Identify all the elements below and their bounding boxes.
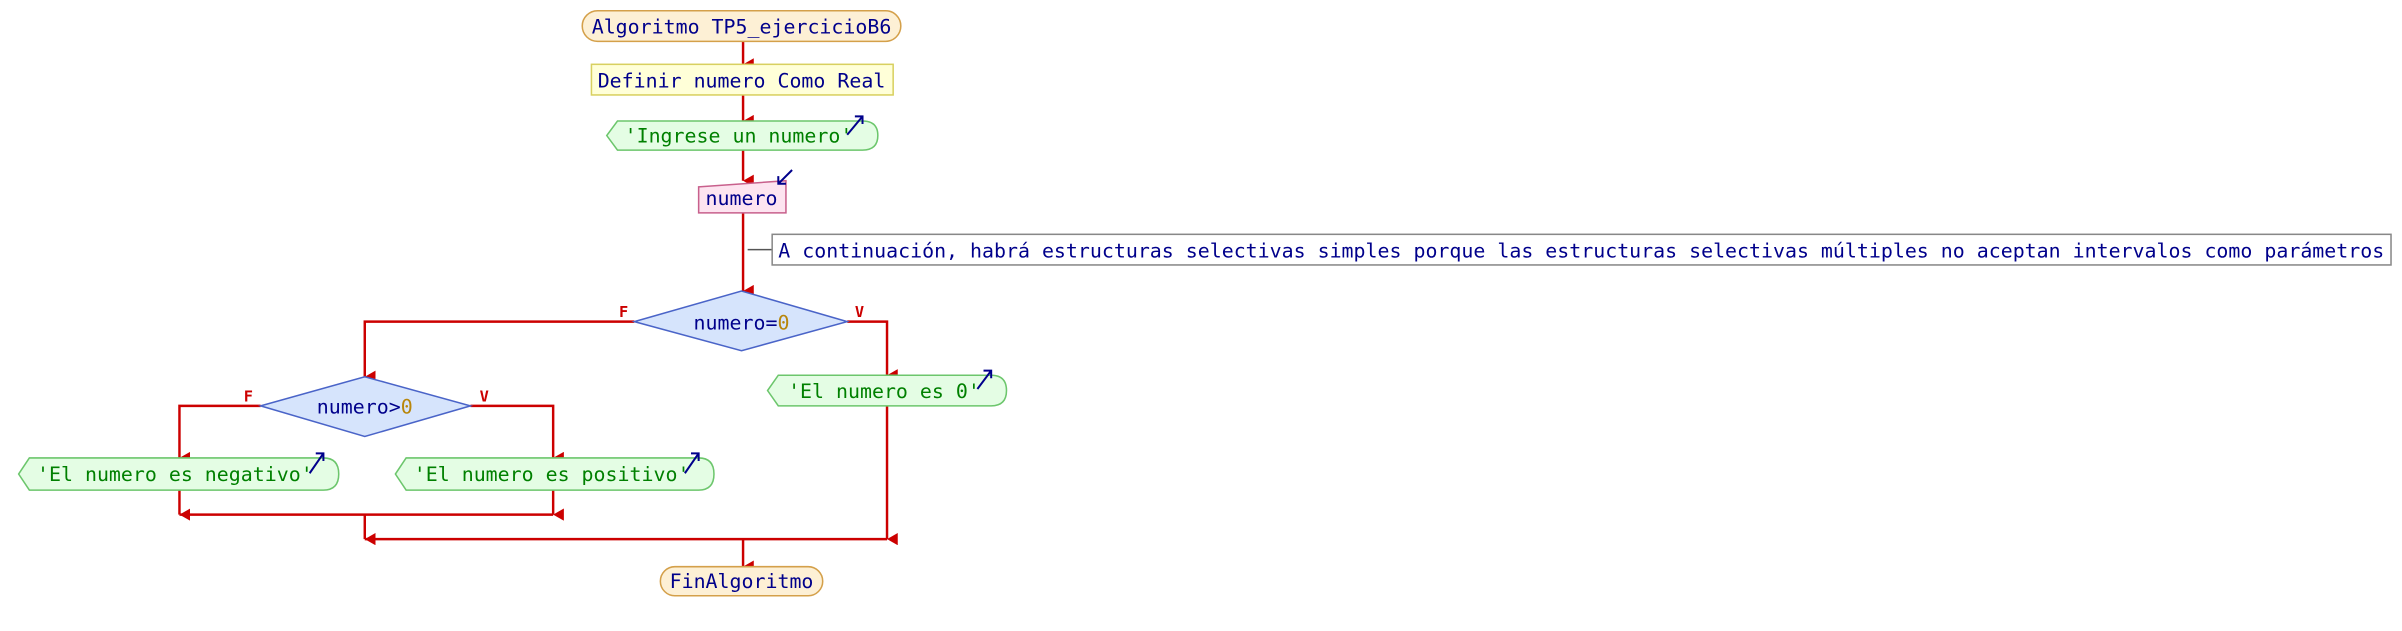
output-prompt-label: 'Ingrese un numero' [625, 124, 853, 147]
decision1-label: numero=0 [694, 311, 790, 334]
input-label: numero [706, 187, 778, 210]
decision1-false-label: F [619, 303, 628, 321]
output-prompt[interactable]: 'Ingrese un numero' [605, 115, 879, 151]
define-label: Definir numero Como Real [598, 69, 886, 92]
output-negative[interactable]: 'El numero es negativo' [17, 452, 340, 491]
decision2-true-label: V [480, 387, 489, 405]
decision-numero-gt-0[interactable]: numero>0 F V [244, 375, 489, 438]
output-zero[interactable]: 'El numero es 0' [766, 369, 1008, 407]
end-terminal[interactable]: FinAlgoritmo [659, 565, 824, 597]
comment-text: A continuación, habrá estructuras select… [778, 239, 2384, 262]
define-process[interactable]: Definir numero Como Real [590, 63, 894, 96]
output-negative-label: 'El numero es negativo' [37, 463, 313, 486]
decision2-label: numero>0 [317, 396, 413, 419]
input-numero[interactable]: numero [697, 169, 793, 214]
flowchart: Algoritmo TP5_ejercicioB6 Definir numero… [17, 9, 2392, 597]
output-positive[interactable]: 'El numero es positivo' [394, 452, 715, 491]
output-zero-label: 'El numero es 0' [788, 380, 980, 403]
output-positive-label: 'El numero es positivo' [414, 463, 690, 486]
end-label: FinAlgoritmo [670, 570, 814, 593]
decision1-true-label: V [855, 303, 864, 321]
start-label: Algoritmo TP5_ejercicioB6 [592, 16, 892, 39]
start-terminal[interactable]: Algoritmo TP5_ejercicioB6 [581, 9, 902, 43]
decision-numero-eq-0[interactable]: numero=0 F V [619, 290, 864, 352]
decision2-false-label: F [244, 387, 253, 405]
comment[interactable]: A continuación, habrá estructuras select… [747, 233, 2392, 266]
